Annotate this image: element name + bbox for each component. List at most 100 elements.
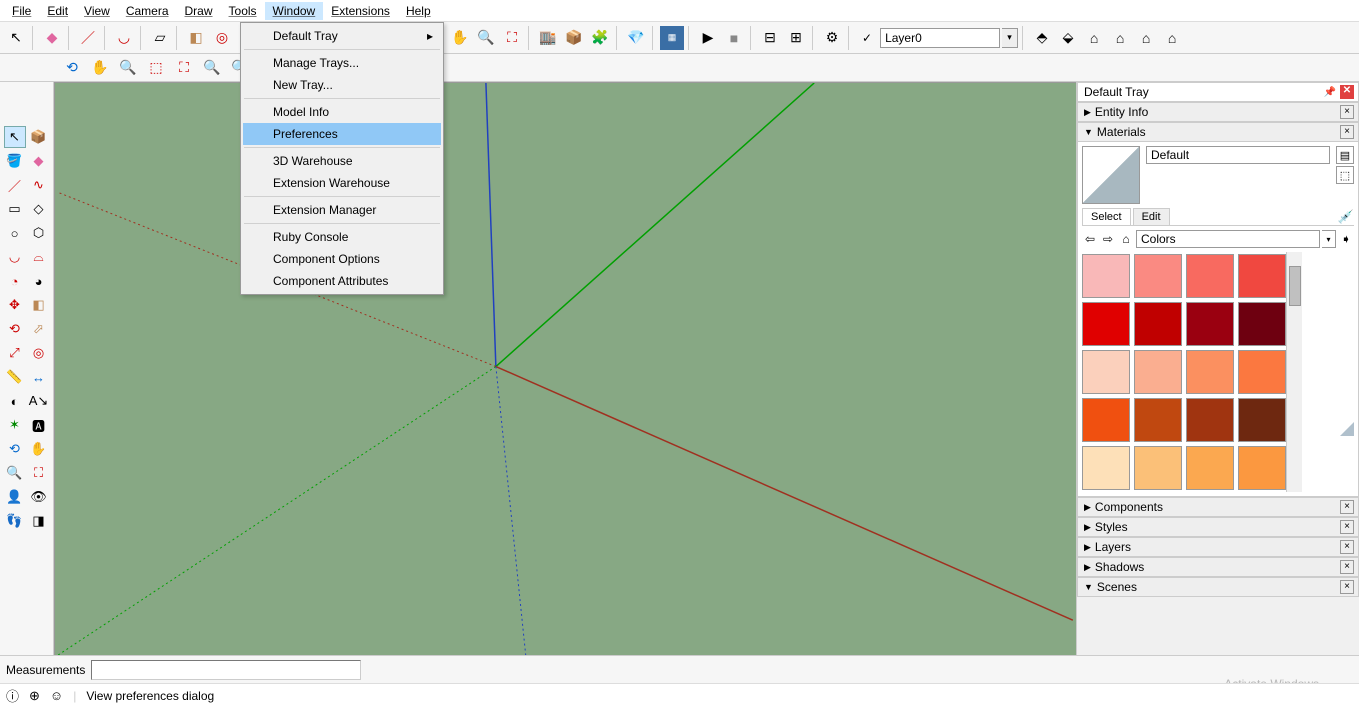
pie2-icon[interactable]: ◕ xyxy=(28,270,50,292)
panel-materials[interactable]: ▼Materials× xyxy=(1077,122,1359,142)
menu-view[interactable]: View xyxy=(76,2,118,20)
component-icon[interactable]: 📦 xyxy=(562,26,586,50)
color-swatch[interactable] xyxy=(1134,350,1182,394)
material-name-field[interactable]: Default xyxy=(1146,146,1330,164)
color-swatch[interactable] xyxy=(1082,446,1130,490)
create-material-icon[interactable]: ▤ xyxy=(1336,146,1354,164)
menu-help[interactable]: Help xyxy=(398,2,439,20)
color-swatch[interactable] xyxy=(1082,398,1130,442)
help-icon[interactable]: ⓘ xyxy=(6,686,19,705)
zoom-extents2-icon[interactable]: 🔍 xyxy=(200,56,224,80)
zoom3-icon[interactable]: 🔍 xyxy=(4,462,26,484)
category-dropdown-icon[interactable]: ▾ xyxy=(1322,230,1336,248)
rotate2-icon[interactable]: ⟲ xyxy=(4,318,26,340)
menu-component-attributes[interactable]: Component Attributes xyxy=(243,270,441,292)
material-category-select[interactable]: Colors xyxy=(1136,230,1320,248)
menu-extension-manager[interactable]: Extension Manager xyxy=(243,199,441,221)
color-swatch[interactable] xyxy=(1082,302,1130,346)
menu-3d-warehouse[interactable]: 3D Warehouse xyxy=(243,150,441,172)
scale2-icon[interactable]: ⤢ xyxy=(4,342,26,364)
menu-extension-warehouse[interactable]: Extension Warehouse xyxy=(243,172,441,194)
menu-file[interactable]: File xyxy=(4,2,39,20)
swatch-scrollbar[interactable] xyxy=(1286,252,1302,492)
view-iso-icon[interactable]: ⬘ xyxy=(1030,26,1054,50)
nav-fwd-icon[interactable]: ⇨ xyxy=(1100,231,1116,247)
menu-extensions[interactable]: Extensions xyxy=(323,2,398,20)
freehand-icon[interactable]: ∿ xyxy=(28,174,50,196)
layer-dropdown-icon[interactable]: ▾ xyxy=(1002,28,1018,48)
line2-icon[interactable]: ／ xyxy=(4,174,26,196)
menu-component-options[interactable]: Component Options xyxy=(243,248,441,270)
measurements-input[interactable] xyxy=(91,660,361,680)
arc2-icon[interactable]: ◡ xyxy=(4,246,26,268)
eraser2-icon[interactable]: ◆ xyxy=(28,150,50,172)
color-swatch[interactable] xyxy=(1186,254,1234,298)
scene-prev-icon[interactable]: ⊟ xyxy=(758,26,782,50)
shape-tool-icon[interactable]: ▱ xyxy=(148,26,172,50)
walk-icon[interactable]: 👣 xyxy=(4,510,26,532)
protractor-icon[interactable]: ◐ xyxy=(4,390,26,412)
menu-default-tray[interactable]: Default Tray▸ xyxy=(243,25,441,47)
color-swatch[interactable] xyxy=(1186,350,1234,394)
select-tool-icon[interactable]: ↖ xyxy=(4,26,28,50)
pan-tool-icon[interactable]: ✋ xyxy=(448,26,472,50)
color-swatch[interactable] xyxy=(1134,446,1182,490)
text2-icon[interactable]: A↘ xyxy=(28,390,50,412)
color-swatch[interactable] xyxy=(1238,398,1286,442)
color-swatch[interactable] xyxy=(1134,302,1182,346)
nav-menu-icon[interactable]: ➧ xyxy=(1338,231,1354,247)
paint2-icon[interactable]: 🪣 xyxy=(4,150,26,172)
view-top-icon[interactable]: ⬙ xyxy=(1056,26,1080,50)
menu-model-info[interactable]: Model Info xyxy=(243,101,441,123)
rotrect-icon[interactable]: ◇ xyxy=(28,198,50,220)
geo-icon[interactable]: ⊕ xyxy=(29,688,40,704)
orbit2-icon[interactable]: ⟲ xyxy=(60,56,84,80)
ext-mgr-icon[interactable]: 💎 xyxy=(624,26,648,50)
color-swatch[interactable] xyxy=(1238,446,1286,490)
panel-close-icon[interactable]: × xyxy=(1340,540,1354,554)
color-swatch[interactable] xyxy=(1134,398,1182,442)
view-front-icon[interactable]: ⌂ xyxy=(1082,26,1106,50)
color-swatch[interactable] xyxy=(1186,302,1234,346)
panel-layers[interactable]: ▶Layers× xyxy=(1077,537,1359,557)
person-icon[interactable]: ☺ xyxy=(50,688,63,703)
menu-tools[interactable]: Tools xyxy=(221,2,265,20)
menu-new-tray[interactable]: New Tray... xyxy=(243,74,441,96)
color-swatch[interactable] xyxy=(1082,350,1130,394)
zoom2-icon[interactable]: 🔍 xyxy=(116,56,140,80)
materials-tab-select[interactable]: Select xyxy=(1082,208,1131,225)
layer-select[interactable]: Layer0 xyxy=(880,28,1000,48)
panel-styles[interactable]: ▶Styles× xyxy=(1077,517,1359,537)
pan2-icon[interactable]: ✋ xyxy=(88,56,112,80)
close-tray-icon[interactable]: ✕ xyxy=(1340,85,1354,99)
stop-icon[interactable]: ■ xyxy=(722,26,746,50)
nav-back-icon[interactable]: ⇦ xyxy=(1082,231,1098,247)
pushpull2-icon[interactable]: ◧ xyxy=(28,294,50,316)
default-material-icon[interactable]: ⬚ xyxy=(1336,166,1354,184)
dimension-icon[interactable]: ↔ xyxy=(28,366,50,388)
color-swatch[interactable] xyxy=(1238,350,1286,394)
pin-icon[interactable]: 📌 xyxy=(1324,87,1336,98)
warehouse-icon[interactable]: 🏬 xyxy=(536,26,560,50)
color-swatch[interactable] xyxy=(1134,254,1182,298)
pushpull-tool-icon[interactable]: ◧ xyxy=(184,26,208,50)
menu-edit[interactable]: Edit xyxy=(39,2,76,20)
menu-camera[interactable]: Camera xyxy=(118,2,177,20)
zoom-extents-icon[interactable]: ⛶ xyxy=(500,26,524,50)
panel-close-icon[interactable]: × xyxy=(1340,125,1354,139)
lookaround-icon[interactable]: 👁 xyxy=(28,486,50,508)
view-back-icon[interactable]: ⌂ xyxy=(1134,26,1158,50)
menu-draw[interactable]: Draw xyxy=(177,2,221,20)
tape2-icon[interactable]: 📏 xyxy=(4,366,26,388)
plugin-icon[interactable]: ▦ xyxy=(660,26,684,50)
pie-icon[interactable]: ◔ xyxy=(4,270,26,292)
viewport[interactable] xyxy=(54,82,1076,655)
rect-icon[interactable]: ▭ xyxy=(4,198,26,220)
settings-icon[interactable]: ⚙ xyxy=(820,26,844,50)
component-icon[interactable]: 📦 xyxy=(28,126,50,148)
offset2-icon[interactable]: ◎ xyxy=(28,342,50,364)
play-icon[interactable]: ▶ xyxy=(696,26,720,50)
zoom-window-icon[interactable]: ⬚ xyxy=(144,56,168,80)
color-swatch[interactable] xyxy=(1238,302,1286,346)
panel-close-icon[interactable]: × xyxy=(1340,520,1354,534)
